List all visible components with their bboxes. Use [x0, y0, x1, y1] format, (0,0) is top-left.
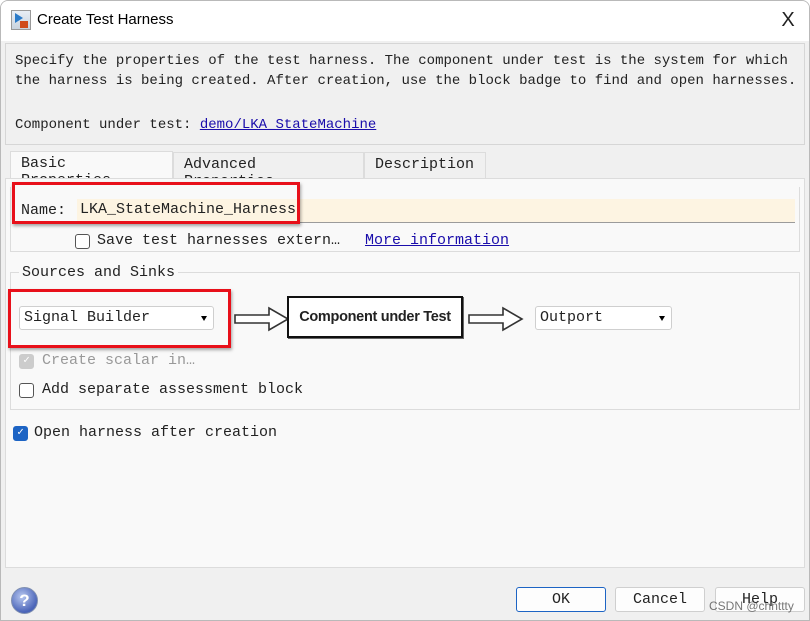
create-test-harness-dialog: Create Test Harness X Specify the proper…: [0, 0, 810, 621]
assessment-label: Add separate assessment block: [42, 381, 304, 398]
cancel-button[interactable]: Cancel: [615, 587, 705, 612]
open-after-checkbox[interactable]: ✓: [13, 426, 28, 441]
description-text: Specify the properties of the test harne…: [15, 53, 797, 89]
description-panel: Specify the properties of the test harne…: [5, 43, 805, 145]
sink-dropdown[interactable]: Outport: [535, 306, 672, 330]
help-question-icon[interactable]: ?: [11, 587, 38, 614]
simulink-app-icon: [11, 10, 31, 30]
component-under-test-row: Component under test: demo/LKA_StateMach…: [15, 117, 376, 133]
tab-description[interactable]: Description: [364, 152, 486, 179]
sink-value: Outport: [540, 309, 604, 326]
title-bar: Create Test Harness X: [1, 1, 809, 41]
sources-and-sinks-title: Sources and Sinks: [19, 264, 179, 281]
save-external-label: Save test harnesses extern…: [97, 232, 341, 249]
create-scalar-label: Create scalar in…: [42, 352, 196, 369]
ok-button[interactable]: OK: [516, 587, 606, 612]
arrow-right-icon: [468, 306, 524, 332]
assessment-checkbox[interactable]: [19, 383, 34, 398]
component-label: Component under test:: [15, 117, 192, 133]
save-external-checkbox[interactable]: [75, 234, 90, 249]
component-under-test-block: Component under Test: [287, 296, 463, 338]
create-scalar-checkbox[interactable]: ✓: [19, 354, 34, 369]
basic-properties-panel: Name: LKA_StateMachine_Harness Save test…: [5, 178, 805, 568]
more-information-link[interactable]: More information: [365, 232, 509, 249]
component-link[interactable]: demo/LKA_StateMachine: [200, 117, 376, 133]
source-highlight: [8, 289, 231, 348]
close-button[interactable]: X: [773, 5, 803, 35]
arrow-right-icon: [234, 306, 290, 332]
chevron-down-icon: [659, 316, 665, 321]
window-title: Create Test Harness: [37, 11, 174, 28]
tab-basic-properties[interactable]: Basic Properties: [10, 151, 173, 189]
tab-advanced-properties[interactable]: Advanced Properties: [173, 152, 364, 190]
watermark: CSDN @chnttty: [709, 599, 794, 613]
open-after-label: Open harness after creation: [34, 424, 278, 441]
name-highlight: [12, 182, 300, 224]
